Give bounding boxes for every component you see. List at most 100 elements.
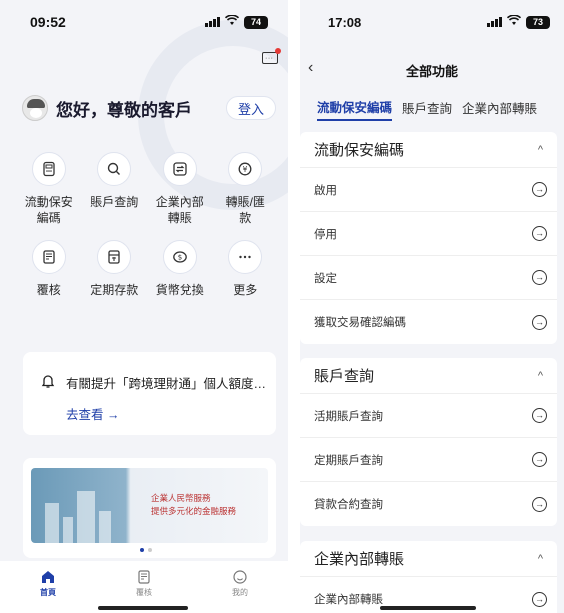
category-tabs: 流動保安編碼 賬戶查詢 企業內部轉賬 xyxy=(300,92,564,126)
home-screen: 09:52 74 ··· 您好，尊敬的客戶 登入 流動保安編碼 賬戶查詢 企業內… xyxy=(0,0,288,613)
quick-action-label: 貨幣兌換 xyxy=(155,283,204,297)
quick-action-security-token[interactable]: 流動保安編碼 xyxy=(16,152,82,226)
search-icon xyxy=(97,152,132,186)
building-graphic xyxy=(77,491,95,543)
status-bar: 17:08 73 xyxy=(300,0,564,44)
tab-profile[interactable]: 我的 xyxy=(210,569,270,613)
quick-action-remittance[interactable]: ¥ 轉賬/匯款 xyxy=(213,152,279,226)
tab-label: 覆核 xyxy=(136,588,152,597)
section-internal-transfer: 企業內部轉賬 ^ 企業內部轉賬 → xyxy=(300,541,557,613)
tab-label: 首頁 xyxy=(40,588,56,597)
menu-item-label: 停用 xyxy=(314,228,337,241)
arrow-right-circle-icon: → xyxy=(532,270,547,285)
bell-icon xyxy=(40,373,56,394)
menu-item-label: 活期賬戶查詢 xyxy=(314,410,383,423)
battery-icon: 73 xyxy=(526,15,550,29)
section-title: 流動保安編碼 xyxy=(314,142,405,159)
quick-action-review[interactable]: 覆核 xyxy=(16,240,82,298)
arrow-right-circle-icon: → xyxy=(532,314,547,330)
time-deposit-icon xyxy=(97,240,132,274)
signal-icon xyxy=(487,17,502,27)
transfer-icon xyxy=(162,152,197,186)
arrow-right-circle-icon: → xyxy=(532,226,547,241)
quick-action-internal-transfer[interactable]: 企業內部轉賬 xyxy=(147,152,213,226)
menu-item-label: 獲取交易確認編碼 xyxy=(314,317,406,329)
tab-security-token[interactable]: 流動保安編碼 xyxy=(317,97,393,121)
chevron-up-icon[interactable]: ^ xyxy=(538,370,543,382)
chevron-up-icon[interactable]: ^ xyxy=(538,144,543,156)
quick-action-more[interactable]: 更多 xyxy=(213,240,279,298)
arrow-right-circle-icon: → xyxy=(532,591,547,607)
menu-item[interactable]: 定期賬戶查詢 → xyxy=(300,438,557,482)
status-icons: 73 xyxy=(487,14,550,29)
quick-action-label: 轉賬/匯款 xyxy=(225,195,265,225)
tab-internal-transfer[interactable]: 企業內部轉賬 xyxy=(462,98,537,120)
menu-item-label: 啟用 xyxy=(314,184,337,197)
building-graphic xyxy=(45,503,59,543)
quick-action-account-inquiry[interactable]: 賬戶查詢 xyxy=(82,152,148,226)
wifi-icon xyxy=(506,14,522,29)
section-title: 企業內部轉賬 xyxy=(314,551,405,568)
signal-icon xyxy=(205,17,220,27)
status-time: 17:08 xyxy=(328,14,362,30)
menu-item-label: 企業內部轉賬 xyxy=(314,594,383,606)
more-icon xyxy=(228,240,263,274)
home-indicator xyxy=(98,606,188,610)
status-icons: 74 xyxy=(205,14,268,29)
greeting-text: 您好，尊敬的客戶 xyxy=(56,100,192,120)
all-functions-screen: 17:08 73 ‹ 全部功能 流動保安編碼 賬戶查詢 企業內部轉賬 流動保安編… xyxy=(300,0,564,613)
avatar[interactable] xyxy=(22,95,48,121)
arrow-right-circle-icon: → xyxy=(532,496,547,512)
tab-account-inquiry[interactable]: 賬戶查詢 xyxy=(402,98,452,120)
building-graphic xyxy=(63,517,73,543)
menu-item[interactable]: 停用 → xyxy=(300,212,557,256)
notice-text: 有關提升「跨境理財通」個人額度… xyxy=(66,377,266,391)
carousel-indicator xyxy=(140,548,152,552)
arrow-right-circle-icon: → xyxy=(532,408,547,423)
section-header[interactable]: 賬戶查詢 ^ xyxy=(300,358,557,394)
notice-card[interactable]: 有關提升「跨境理財通」個人額度… 去查看 → xyxy=(23,352,276,435)
svg-text:$: $ xyxy=(178,254,182,262)
home-icon xyxy=(42,571,54,583)
quick-action-label: 定期存款 xyxy=(90,283,139,297)
menu-item[interactable]: 獲取交易確認編碼 → xyxy=(300,300,557,344)
tab-home[interactable]: 首頁 xyxy=(18,569,78,613)
menu-item-label: 設定 xyxy=(314,272,337,285)
chevron-up-icon[interactable]: ^ xyxy=(538,553,543,565)
home-indicator xyxy=(380,606,476,610)
status-time: 09:52 xyxy=(30,14,66,30)
promo-banner-card: 企業人民幣服務 提供多元化的金融服務 xyxy=(23,458,276,558)
quick-action-label: 流動保安編碼 xyxy=(24,195,73,225)
menu-item[interactable]: 設定 → xyxy=(300,256,557,300)
banner-line-2: 提供多元化的金融服務 xyxy=(151,506,237,516)
review-document-icon xyxy=(31,240,66,274)
svg-text:¥: ¥ xyxy=(243,165,248,174)
quick-actions-grid: 流動保安編碼 賬戶查詢 企業內部轉賬 ¥ 轉賬/匯款 覆核 定期存款 $ 貨幣兌… xyxy=(16,152,278,298)
profile-icon xyxy=(233,570,247,584)
quick-action-label: 賬戶查詢 xyxy=(90,195,139,209)
section-header[interactable]: 流動保安編碼 ^ xyxy=(300,132,557,168)
quick-action-currency-exchange[interactable]: $ 貨幣兌換 xyxy=(147,240,213,298)
section-security-token: 流動保安編碼 ^ 啟用 → 停用 → 設定 → 獲取交易確認編碼 → xyxy=(300,132,557,344)
menu-item[interactable]: 貸款合約查詢 → xyxy=(300,482,557,526)
battery-icon: 74 xyxy=(244,15,268,29)
promo-banner[interactable]: 企業人民幣服務 提供多元化的金融服務 xyxy=(31,468,268,543)
quick-action-time-deposit[interactable]: 定期存款 xyxy=(82,240,148,298)
login-button[interactable]: 登入 xyxy=(226,96,276,120)
wifi-icon xyxy=(224,14,240,29)
notice-view-link[interactable]: 去查看 → xyxy=(66,404,119,423)
nav-bar: ‹ 全部功能 xyxy=(300,56,564,84)
review-icon xyxy=(138,570,150,584)
quick-action-label: 企業內部轉賬 xyxy=(155,195,204,225)
banner-text: 企業人民幣服務 提供多元化的金融服務 xyxy=(151,492,236,518)
page-title: 全部功能 xyxy=(405,64,458,79)
menu-item[interactable]: 活期賬戶查詢 → xyxy=(300,394,557,438)
quick-action-label: 覆核 xyxy=(36,283,61,297)
message-icon[interactable]: ··· xyxy=(262,48,281,64)
building-graphic xyxy=(99,511,111,543)
section-header[interactable]: 企業內部轉賬 ^ xyxy=(300,541,557,577)
menu-item[interactable]: 啟用 → xyxy=(300,168,557,212)
menu-item-label: 貸款合約查詢 xyxy=(314,499,383,511)
section-account-inquiry: 賬戶查詢 ^ 活期賬戶查詢 → 定期賬戶查詢 → 貸款合約查詢 → xyxy=(300,358,557,526)
arrow-right-circle-icon: → xyxy=(532,182,547,197)
